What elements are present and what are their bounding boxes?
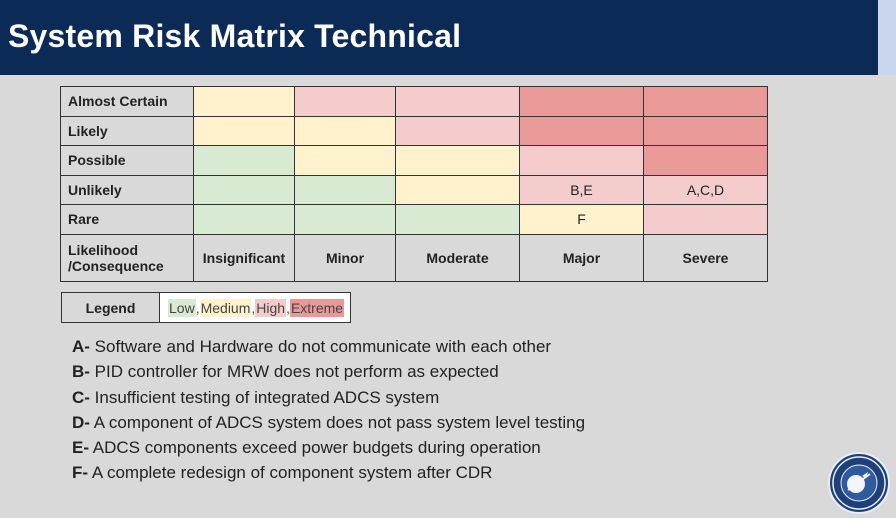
consequence-axis-label: /Consequence — [68, 257, 164, 274]
matrix-cell — [294, 115, 396, 146]
likelihood-label: Almost Certain — [60, 86, 194, 117]
likelihood-label: Unlikely — [60, 174, 194, 205]
legend-medium: Medium — [199, 298, 252, 317]
matrix-cell — [395, 115, 520, 146]
consequence-label: Moderate — [395, 233, 520, 282]
matrix-cell — [294, 86, 396, 117]
matrix-cell — [643, 204, 768, 235]
matrix-header-row: Likelihood /Consequence Insignificant Mi… — [60, 233, 768, 282]
risk-item: F- A complete redesign of component syst… — [72, 460, 585, 485]
risk-text: PID controller for MRW does not perform … — [89, 362, 499, 382]
matrix-row: Almost Certain — [60, 86, 768, 117]
risk-item: C- Insufficient testing of integrated AD… — [72, 385, 585, 410]
legend-label: Legend — [62, 293, 160, 322]
risk-item: B- PID controller for MRW does not perfo… — [72, 359, 585, 384]
legend-items: Low, Medium, High, Extreme — [160, 293, 351, 322]
consequence-label: Insignificant — [193, 233, 295, 282]
risk-key: F- — [72, 463, 89, 483]
risk-list: A- Software and Hardware do not communic… — [72, 334, 585, 486]
matrix-cell — [193, 145, 295, 176]
risk-key: D- — [72, 412, 90, 432]
matrix-cell — [193, 115, 295, 146]
risk-key: E- — [72, 438, 89, 458]
consequence-label: Severe — [643, 233, 768, 282]
risk-text: Software and Hardware do not communicate… — [89, 337, 552, 356]
risk-item: E- ADCS components exceed power budgets … — [72, 435, 585, 460]
university-seal-icon — [828, 452, 890, 514]
matrix-cell — [519, 86, 644, 117]
matrix-cell — [643, 145, 768, 176]
legend: Legend Low, Medium, High, Extreme — [61, 292, 352, 323]
risk-text: A complete redesign of component system … — [88, 463, 493, 483]
matrix-row: Likely — [60, 115, 768, 146]
matrix-cell — [395, 86, 520, 117]
matrix-cell — [643, 86, 768, 117]
matrix-cell — [643, 115, 768, 146]
risk-matrix-table: Almost Certain Likely Possible Unlikely — [60, 86, 768, 282]
matrix-row: Rare F — [60, 204, 768, 235]
matrix-cell — [519, 145, 644, 176]
matrix-cell — [294, 204, 396, 235]
matrix-cell — [294, 145, 396, 176]
likelihood-axis-label: Likelihood — [68, 241, 138, 258]
matrix-cell — [193, 174, 295, 205]
matrix-cell: B,E — [519, 174, 644, 205]
risk-key: B- — [72, 362, 90, 382]
matrix-cell — [395, 204, 520, 235]
matrix-cell: A,C,D — [643, 174, 768, 205]
consequence-label: Major — [519, 233, 644, 282]
title-bar: System Risk Matrix Technical — [0, 0, 878, 75]
matrix-cell — [294, 174, 396, 205]
page-title: System Risk Matrix Technical — [8, 18, 462, 54]
risk-key: C- — [72, 387, 90, 407]
risk-text: Insufficient testing of integrated ADCS … — [89, 387, 440, 407]
matrix-cell — [519, 115, 644, 146]
risk-key: A- — [72, 337, 90, 356]
matrix-row: Unlikely B,E A,C,D — [60, 174, 768, 205]
consequence-label: Minor — [294, 233, 396, 282]
matrix-cell — [193, 204, 295, 235]
matrix-row: Possible — [60, 145, 768, 176]
risk-text: ADCS components exceed power budgets dur… — [89, 438, 541, 458]
legend-extreme: Extreme — [289, 298, 345, 317]
axis-corner-label: Likelihood /Consequence — [60, 233, 194, 282]
header-accent-strip — [878, 0, 896, 75]
matrix-cell — [395, 145, 520, 176]
risk-text: A component of ADCS system does not pass… — [89, 412, 586, 432]
matrix-cell — [193, 86, 295, 117]
legend-low: Low — [168, 298, 196, 317]
likelihood-label: Rare — [60, 204, 194, 235]
risk-item: A- Software and Hardware do not communic… — [72, 334, 585, 359]
risk-item: D- A component of ADCS system does not p… — [72, 410, 585, 435]
likelihood-label: Likely — [60, 115, 194, 146]
seal-graphic — [832, 456, 886, 510]
likelihood-label: Possible — [60, 145, 194, 176]
legend-high: High — [255, 298, 287, 317]
matrix-cell — [395, 174, 520, 205]
matrix-cell: F — [519, 204, 644, 235]
